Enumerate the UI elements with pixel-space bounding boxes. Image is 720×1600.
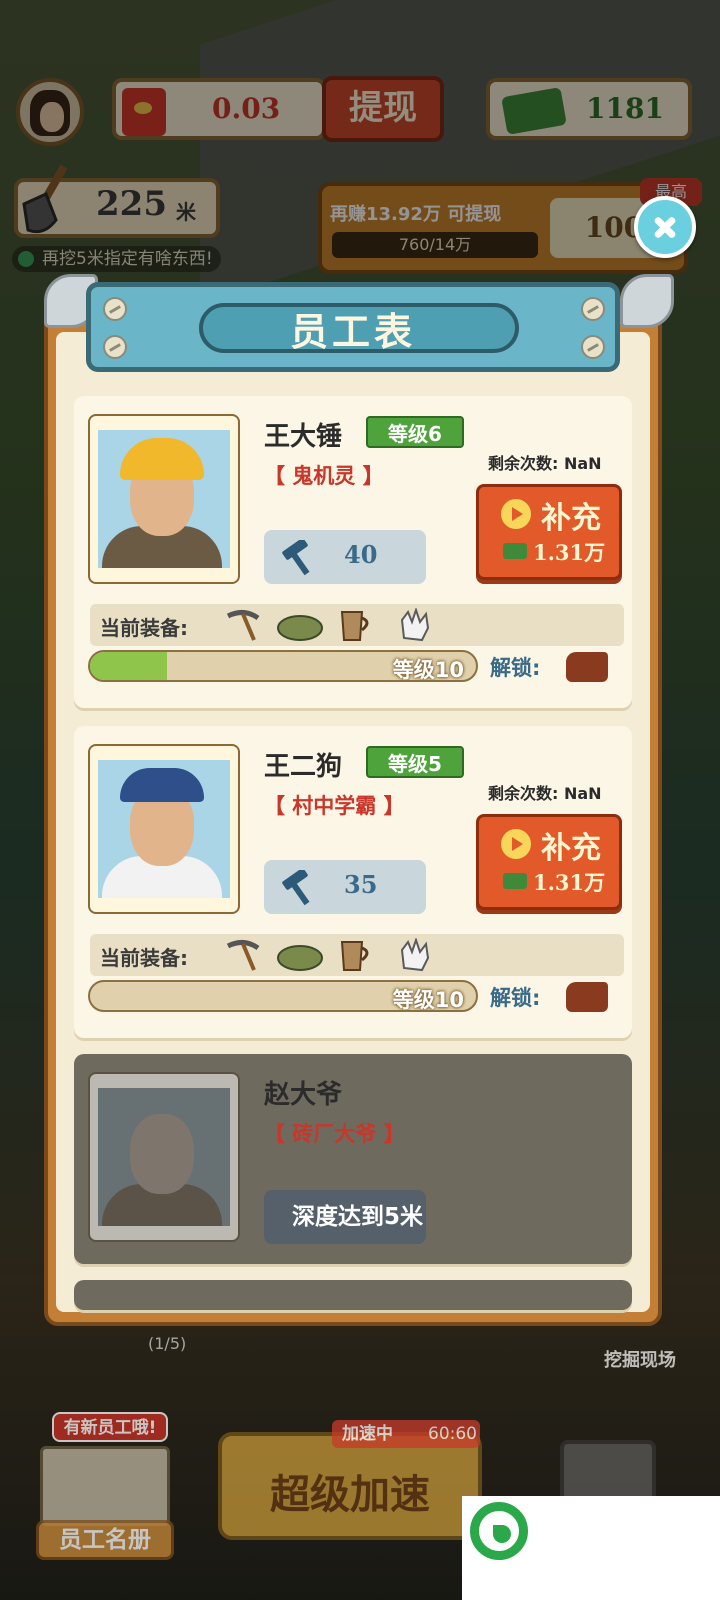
refill-label: 补充	[541, 501, 601, 536]
employee-card-locked: 赵大爷 【 砖厂大爷 】 深度达到5米	[74, 1054, 632, 1264]
hammer-icon	[282, 540, 310, 576]
speed-status-tag: 加速中 60:60	[332, 1420, 480, 1448]
cup-icon[interactable]	[336, 938, 374, 972]
panel-title: 员工表	[289, 310, 416, 354]
employee-portrait	[88, 414, 240, 584]
unlock-label: 解锁:	[490, 986, 541, 1010]
cash-icon	[503, 543, 527, 559]
cash-icon	[503, 873, 527, 889]
employee-trait: 【 鬼机灵 】	[264, 464, 384, 488]
employee-name: 赵大爷	[264, 1080, 343, 1110]
level-badge: 等级5	[366, 746, 464, 778]
equipment-label: 当前装备:	[100, 616, 188, 640]
speed-timer: 60:60	[428, 1424, 477, 1444]
remaining-count: 剩余次数: NaN	[488, 784, 602, 803]
cap	[120, 768, 204, 802]
dig-power: 35	[264, 860, 426, 914]
boot-icon[interactable]	[566, 982, 608, 1012]
video-play-icon	[501, 499, 531, 529]
panel-header: 员工表	[86, 282, 620, 372]
level-progress-label: 等级10	[392, 988, 464, 1012]
portrait-face	[130, 1114, 194, 1194]
employee-trait: 【 村中学霸 】	[264, 794, 405, 818]
screw-icon	[103, 335, 127, 359]
shoes-icon[interactable]	[276, 938, 324, 972]
unlock-label: 解锁:	[490, 656, 541, 680]
wrench-icon-right	[620, 274, 674, 328]
refill-button[interactable]: 补充 1.31万	[476, 814, 622, 910]
refill-cost: 1.31万	[533, 540, 606, 565]
gloves-icon[interactable]	[396, 608, 434, 642]
close-icon[interactable]	[634, 196, 696, 258]
watermark-logo	[462, 1496, 720, 1600]
equipment-bar: 当前装备:	[90, 934, 624, 976]
employee-name: 王大锤	[264, 422, 343, 452]
equipment-label: 当前装备:	[100, 946, 188, 970]
cup-icon[interactable]	[336, 608, 374, 642]
screw-icon	[581, 335, 605, 359]
boot-icon[interactable]	[566, 652, 608, 682]
page-indicator: (1/5)	[148, 1334, 187, 1353]
remaining-count: 剩余次数: NaN	[488, 454, 602, 473]
video-play-icon	[501, 829, 531, 859]
roster-book-icon[interactable]	[40, 1446, 170, 1526]
employee-card: 王大锤 等级6 【 鬼机灵 】 40 剩余次数: NaN 补充 1.31万 当前…	[74, 396, 632, 708]
employee-card: 王二狗 等级5 【 村中学霸 】 35 剩余次数: NaN 补充 1.31万 当…	[74, 726, 632, 1038]
dig-power: 40	[264, 530, 426, 584]
refill-cost: 1.31万	[533, 870, 606, 895]
pickaxe-icon[interactable]	[224, 608, 262, 642]
level-badge: 等级6	[366, 416, 464, 448]
level-progress-bar: 等级10	[88, 650, 478, 682]
roster-button[interactable]: 员工名册	[36, 1520, 174, 1560]
refill-button[interactable]: 补充 1.31万	[476, 484, 622, 580]
dig-power-value: 35	[344, 870, 378, 899]
employee-portrait	[88, 1072, 240, 1242]
dig-power-value: 40	[344, 540, 378, 569]
gloves-icon[interactable]	[396, 938, 434, 972]
logo-g-icon	[470, 1502, 528, 1560]
employee-name: 王二狗	[264, 752, 343, 782]
pickaxe-icon[interactable]	[224, 938, 262, 972]
level-progress-bar: 等级10	[88, 980, 478, 1012]
refill-label: 补充	[541, 831, 601, 866]
dig-site-button[interactable]: 挖掘现场	[604, 1346, 676, 1372]
level-progress-label: 等级10	[392, 658, 464, 682]
equipment-bar: 当前装备:	[90, 604, 624, 646]
speed-status-text: 加速中	[342, 1424, 393, 1444]
screw-icon	[581, 297, 605, 321]
unlock-requirement: 深度达到5米	[264, 1190, 426, 1244]
screw-icon	[103, 297, 127, 321]
level-progress-fill	[90, 652, 168, 680]
employee-trait: 【 砖厂大爷 】	[264, 1122, 405, 1146]
super-speed-button[interactable]: 超级加速	[218, 1432, 482, 1540]
super-speed-label: 超级加速	[270, 1472, 430, 1518]
new-employee-badge: 有新员工哦!	[52, 1412, 168, 1442]
employee-portrait	[88, 744, 240, 914]
hammer-icon	[282, 870, 310, 906]
employee-card-locked	[74, 1280, 632, 1310]
shoes-icon[interactable]	[276, 608, 324, 642]
